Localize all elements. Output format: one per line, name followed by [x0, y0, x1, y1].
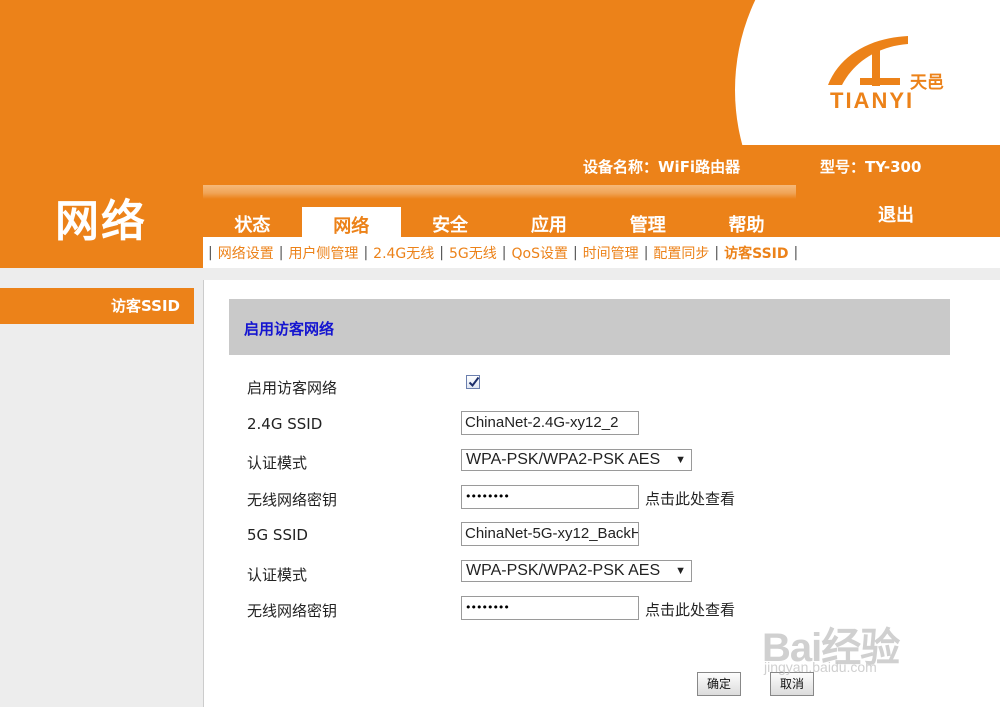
tab-help[interactable]: 帮助	[697, 185, 796, 237]
logo-cn-text: 天邑	[910, 73, 944, 93]
sidebar-item-guest-ssid[interactable]: 访客SSID	[0, 288, 194, 324]
subnav-network-settings[interactable]: 网络设置	[218, 243, 274, 263]
subnav-wifi-5g[interactable]: 5G无线	[449, 243, 497, 263]
enable-guest-checkbox[interactable]	[466, 375, 480, 389]
enable-guest-label: 启用访客网络	[247, 379, 338, 397]
auth-mode-5g-value: WPA-PSK/WPA2-PSK AES	[466, 562, 661, 579]
main-tabs: 状态 网络 安全 应用 管理 帮助	[203, 185, 796, 237]
wifi-key-5g-input[interactable]: ••••••••	[461, 596, 639, 620]
baidu-watermark: Bai经验 jingyan.baidu.com	[762, 603, 952, 683]
dropdown-arrow-icon: ▼	[675, 454, 686, 466]
sub-navigation: | 网络设置 | 用户侧管理 | 2.4G无线 | 5G无线 | QoS设置 | 时间管理 …	[203, 237, 1000, 268]
wifi-key-5g-label: 无线网络密钥	[247, 602, 338, 620]
auth-mode-24g-value: WPA-PSK/WPA2-PSK AES	[466, 451, 661, 468]
watermark-url: jingyan.baidu.com	[764, 659, 877, 675]
subnav-qos[interactable]: QoS设置	[511, 243, 567, 263]
panel-header: 启用访客网络	[229, 299, 950, 355]
auth-mode-24g-label: 认证模式	[247, 454, 308, 472]
tab-application[interactable]: 应用	[499, 185, 598, 237]
dropdown-arrow-icon: ▼	[675, 565, 686, 577]
header-bar: 网络 设备名称：WiFi路由器 型号：TY-300 退出 状态 网络 安全 应用…	[0, 145, 1000, 268]
panel-title: 启用访客网络	[244, 320, 335, 338]
wifi-key-24g-label: 无线网络密钥	[247, 491, 338, 509]
subnav-wifi-24g[interactable]: 2.4G无线	[373, 243, 434, 263]
wifi-key-24g-input[interactable]: ••••••••	[461, 485, 639, 509]
top-banner: 天邑 TIANYI	[0, 0, 1000, 145]
section-title: 网络	[55, 196, 147, 247]
show-key-24g-link[interactable]: 点击此处查看	[645, 488, 735, 509]
tianyi-logo-mark-icon	[828, 36, 908, 86]
logout-button[interactable]: 退出	[878, 201, 914, 227]
tab-security[interactable]: 安全	[401, 185, 500, 237]
subnav-user-side[interactable]: 用户侧管理	[288, 243, 358, 263]
logo-wordmark: TIANYI	[830, 88, 915, 113]
device-name-label: 设备名称：WiFi路由器	[583, 158, 741, 176]
auth-mode-5g-select[interactable]: WPA-PSK/WPA2-PSK AES ▼	[461, 560, 692, 582]
auth-mode-24g-select[interactable]: WPA-PSK/WPA2-PSK AES ▼	[461, 449, 692, 471]
subnav-config-sync[interactable]: 配置同步	[653, 243, 709, 263]
ssid-24g-label: 2.4G SSID	[247, 415, 323, 433]
tab-management[interactable]: 管理	[598, 185, 697, 237]
subnav-time[interactable]: 时间管理	[583, 243, 639, 263]
tab-status[interactable]: 状态	[203, 185, 302, 237]
show-key-5g-link[interactable]: 点击此处查看	[645, 599, 735, 620]
tab-network[interactable]: 网络	[301, 207, 401, 237]
model-label: 型号：TY-300	[820, 158, 922, 176]
ssid-5g-input[interactable]: ChinaNet-5G-xy12_BackH	[461, 522, 639, 546]
ssid-5g-label: 5G SSID	[247, 526, 308, 544]
auth-mode-5g-label: 认证模式	[247, 566, 308, 584]
ssid-24g-input[interactable]: ChinaNet-2.4G-xy12_2	[461, 411, 639, 435]
tianyi-logo: 天邑 TIANYI	[820, 30, 970, 125]
confirm-button[interactable]: 确定	[697, 672, 742, 696]
subnav-guest-ssid[interactable]: 访客SSID	[724, 243, 788, 263]
check-icon	[468, 376, 480, 388]
